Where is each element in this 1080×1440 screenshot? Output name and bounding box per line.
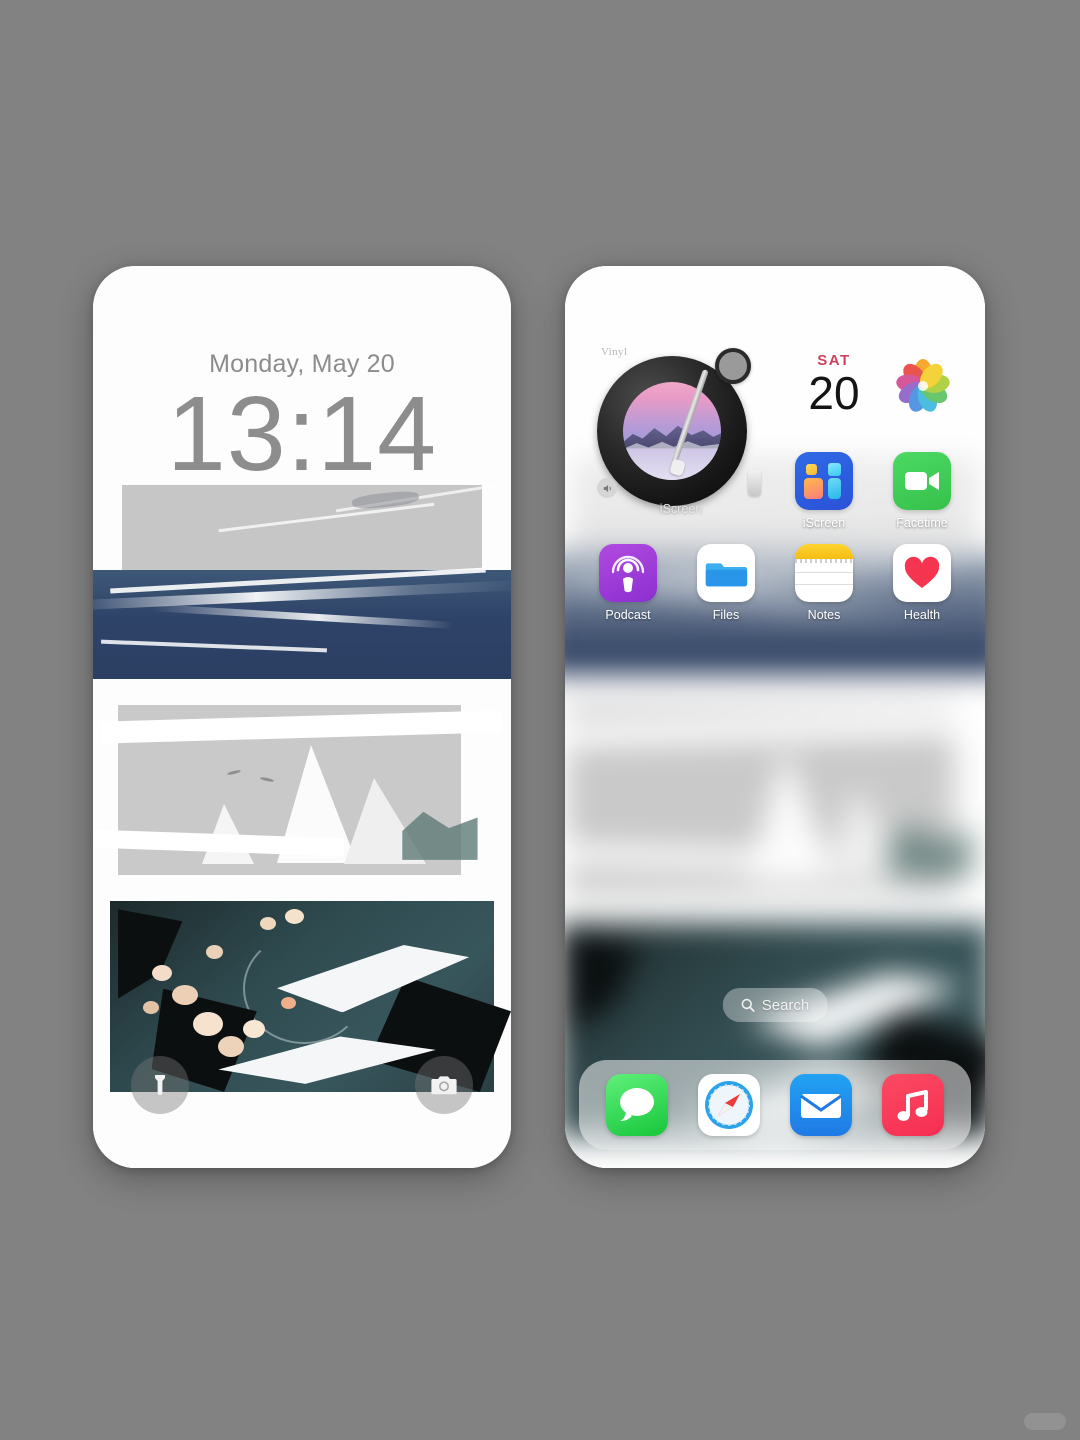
watermark bbox=[1024, 1413, 1066, 1430]
lock-screen-phone: Monday, May 20 13:14 bbox=[93, 266, 511, 1168]
calendar-widget[interactable]: SAT 20 bbox=[797, 352, 871, 434]
files-folder-icon bbox=[697, 544, 755, 602]
flashlight-icon bbox=[155, 1075, 165, 1095]
home-screen-phone: Vinyl iScreen SAT 20 iScreen Facetime Po… bbox=[565, 266, 985, 1168]
wallpaper-band-mountains bbox=[93, 697, 511, 882]
music-note-icon bbox=[897, 1090, 928, 1121]
app-label: Facetime bbox=[896, 516, 948, 530]
messages-icon bbox=[620, 1088, 654, 1121]
app-row: Podcast Files Notes Health bbox=[591, 544, 959, 622]
screenshot-canvas: Monday, May 20 13:14 Vinyl iScreen SAT 2… bbox=[0, 0, 1080, 1440]
calendar-day: 20 bbox=[808, 367, 860, 419]
dock-safari[interactable] bbox=[698, 1074, 760, 1136]
search-label: Search bbox=[761, 996, 810, 1014]
wallpaper-band-sea bbox=[93, 485, 511, 680]
app-label: Podcast bbox=[605, 608, 651, 622]
notes-icon bbox=[795, 544, 853, 602]
facetime-icon bbox=[893, 452, 951, 510]
app-grid: . . iScreen bbox=[591, 452, 959, 636]
lock-screen[interactable]: Monday, May 20 13:14 bbox=[93, 266, 511, 1168]
camera-button[interactable] bbox=[415, 1056, 473, 1114]
health-heart-icon bbox=[893, 544, 951, 602]
app-label: iScreen bbox=[802, 516, 846, 530]
app-label: Files bbox=[712, 608, 740, 622]
app-podcast[interactable]: Podcast bbox=[591, 544, 665, 622]
app-label: Health bbox=[903, 608, 941, 622]
app-files[interactable]: Files bbox=[689, 544, 763, 622]
dock-music[interactable] bbox=[882, 1074, 944, 1136]
lock-time: 13:14 bbox=[166, 375, 438, 493]
dock bbox=[579, 1060, 971, 1150]
dock-messages[interactable] bbox=[606, 1074, 668, 1136]
tonearm-pivot bbox=[715, 348, 751, 384]
search-button[interactable]: Search bbox=[722, 988, 828, 1022]
app-facetime[interactable]: Facetime bbox=[885, 452, 959, 530]
flashlight-button[interactable] bbox=[131, 1056, 189, 1114]
safari-compass-icon bbox=[705, 1081, 753, 1129]
vinyl-widget-title: Vinyl bbox=[601, 346, 628, 358]
home-screen[interactable]: Vinyl iScreen SAT 20 iScreen Facetime Po… bbox=[565, 266, 985, 1168]
iscreen-icon bbox=[795, 452, 853, 510]
search-icon bbox=[741, 998, 755, 1012]
photos-widget[interactable] bbox=[887, 350, 959, 422]
app-notes[interactable]: Notes bbox=[787, 544, 861, 622]
podcast-icon bbox=[599, 544, 657, 602]
camera-icon bbox=[431, 1076, 457, 1095]
app-label: Notes bbox=[807, 608, 841, 622]
mail-envelope-icon bbox=[800, 1094, 842, 1118]
app-health[interactable]: Health bbox=[885, 544, 959, 622]
dock-mail[interactable] bbox=[790, 1074, 852, 1136]
app-iscreen[interactable]: iScreen bbox=[787, 452, 861, 530]
photos-flower-icon bbox=[896, 359, 950, 412]
app-row: . . iScreen bbox=[591, 452, 959, 530]
